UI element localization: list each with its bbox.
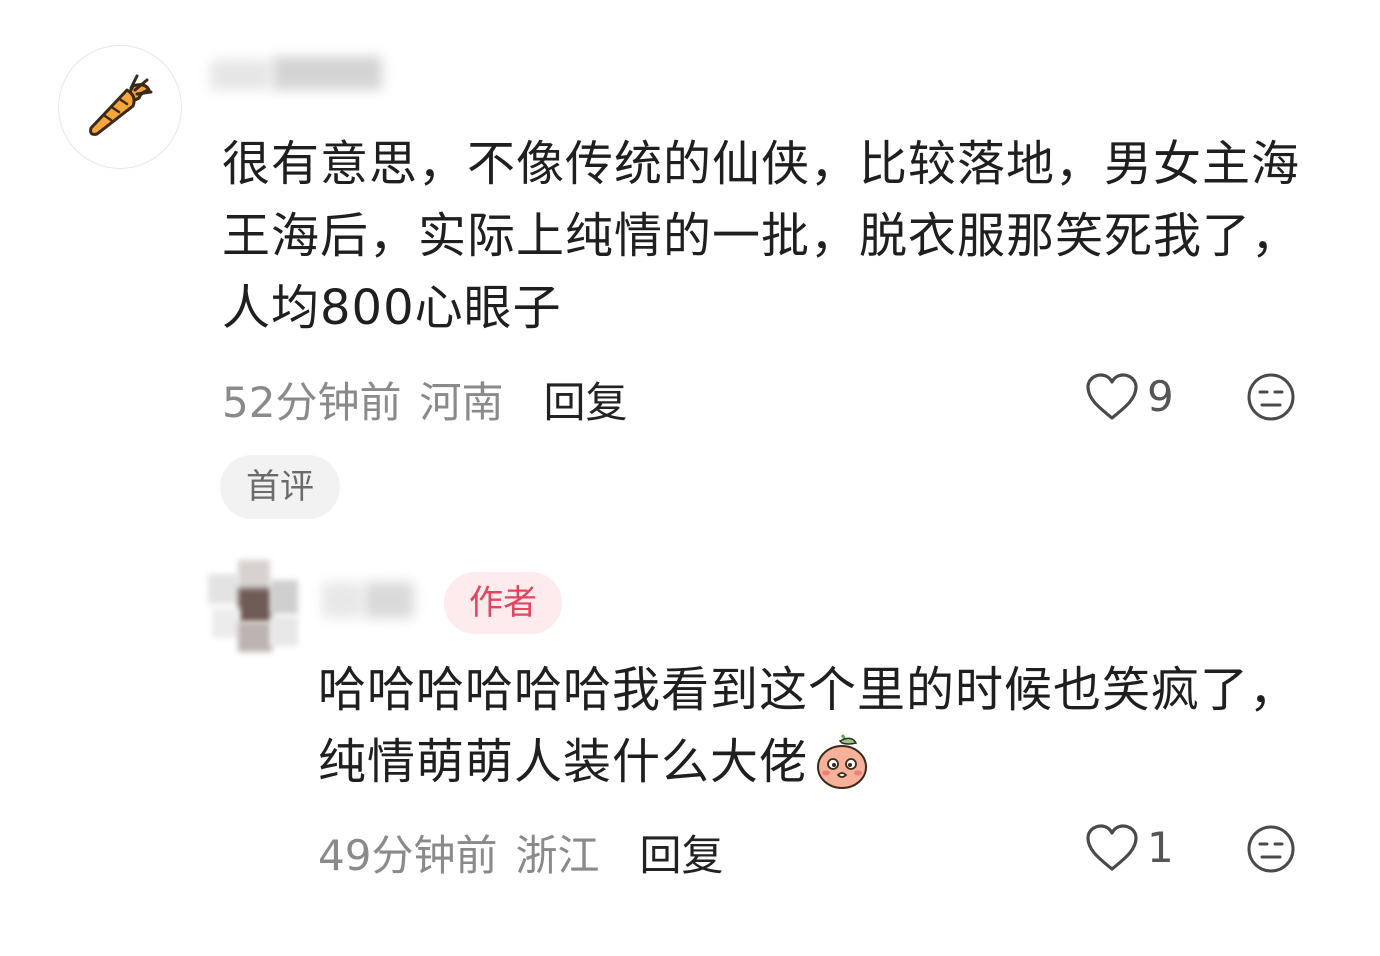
neutral-face-icon xyxy=(1247,825,1295,873)
reply-location: 浙江 xyxy=(515,831,600,880)
reply-meta: 49分钟前 浙江 回复 xyxy=(318,828,723,884)
embarrassed-peach-emoji xyxy=(817,733,868,789)
author-badge: 作者 xyxy=(444,572,562,634)
first-comment-badge: 首评 xyxy=(220,455,340,519)
reply-time: 49分钟前 xyxy=(318,831,498,880)
like-button[interactable]: 1 xyxy=(1085,820,1174,876)
neutral-face-icon xyxy=(1247,373,1295,421)
comment-location: 河南 xyxy=(419,378,504,427)
like-button[interactable]: 9 xyxy=(1085,369,1174,425)
reaction-button[interactable] xyxy=(1246,372,1296,422)
user-avatar[interactable] xyxy=(58,45,182,169)
comment-time: 52分钟前 xyxy=(222,378,402,427)
reaction-button[interactable] xyxy=(1246,824,1296,874)
username-blurred[interactable] xyxy=(210,52,390,94)
reply-text: 哈哈哈哈哈哈我看到这个里的时候也笑疯了，纯情萌萌人装什么大佬 xyxy=(318,654,1308,798)
like-count: 1 xyxy=(1147,823,1174,872)
heart-icon xyxy=(1086,373,1138,420)
comment-text: 很有意思，不像传统的仙侠，比较落地，男女主海王海后，实际上纯情的一批，脱衣服那笑… xyxy=(222,136,1301,336)
comment-meta: 52分钟前 河南 回复 xyxy=(222,375,627,431)
reply-text-content: 哈哈哈哈哈哈我看到这个里的时候也笑疯了，纯情萌萌人装什么大佬 xyxy=(318,662,1299,790)
like-count: 9 xyxy=(1147,372,1174,421)
author-avatar-blurred[interactable] xyxy=(208,560,300,652)
author-name-blurred[interactable] xyxy=(322,576,417,624)
carrot-icon xyxy=(89,74,153,136)
heart-icon xyxy=(1086,824,1138,871)
reply-button[interactable]: 回复 xyxy=(543,375,627,431)
reply-button[interactable]: 回复 xyxy=(639,828,723,884)
